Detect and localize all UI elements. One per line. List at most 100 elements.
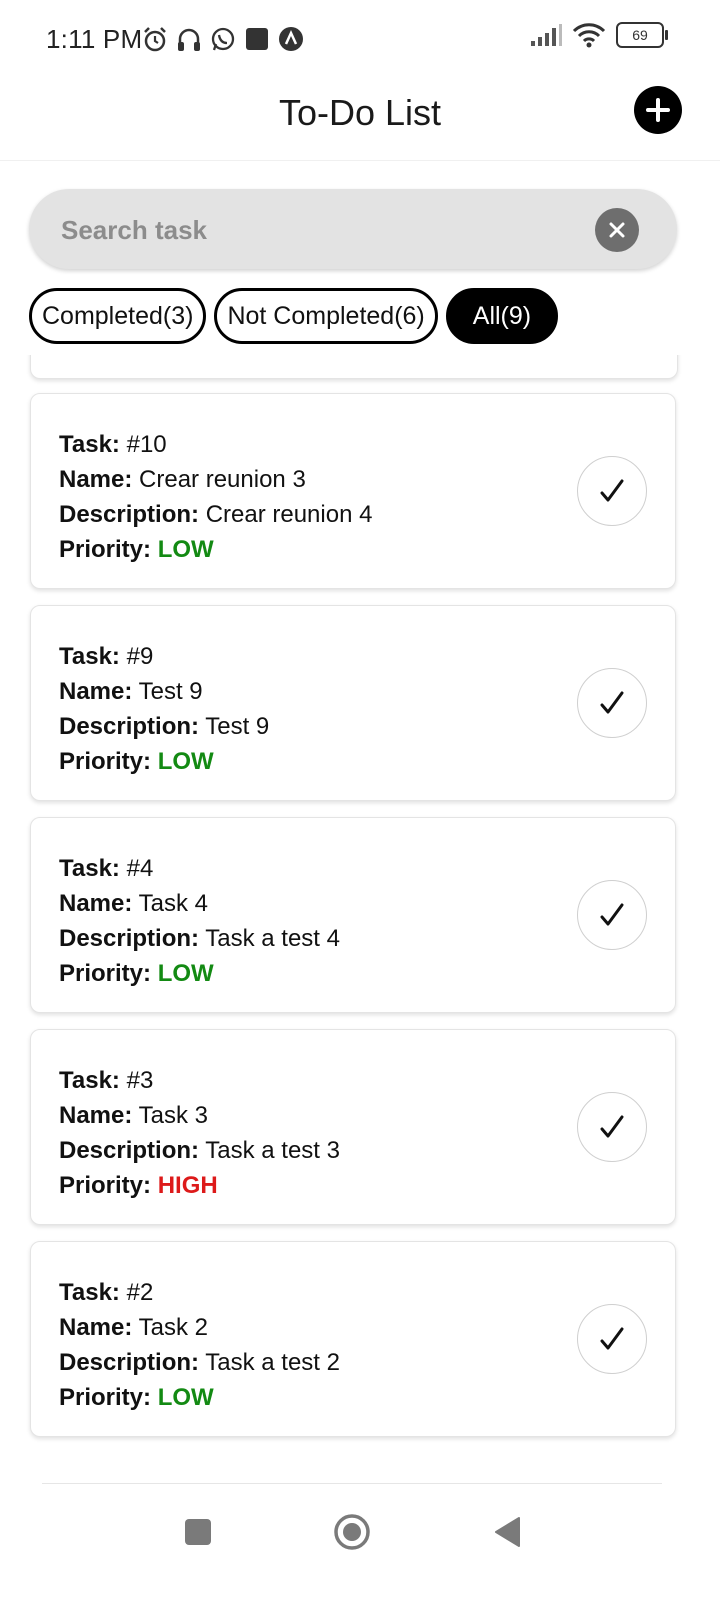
task-description-value: Task a test 4 [205,925,340,952]
system-nav-bar [0,1484,720,1600]
filter-not-completed[interactable]: Not Completed(6) [214,288,438,344]
task-id-label: Task: [59,431,120,458]
task-description-value: Test 9 [205,713,270,740]
task-priority-row: Priority: LOW [59,1380,340,1415]
clear-search-button[interactable] [595,208,639,252]
a-app-icon [279,27,303,51]
checkmark-icon [600,691,624,714]
task-id-label: Task: [59,643,120,670]
back-icon [495,1517,520,1547]
complete-task-button[interactable] [577,1092,647,1162]
notification-icons [142,24,304,54]
task-details: Task: #10 Name: Crear reunion 3 Descript… [59,427,372,567]
task-name-row: Name: Test 9 [59,674,269,709]
task-card[interactable]: Task: #10 Name: Crear reunion 3 Descript… [30,393,676,589]
wifi-icon [572,23,606,48]
close-icon [609,222,625,238]
system-icons: 69 [530,22,668,48]
search-input[interactable] [59,189,583,271]
task-description-label: Description: [59,1349,200,1376]
task-list[interactable]: Task: #10 Name: Crear reunion 3 Descript… [0,355,720,1465]
task-name-label: Name: [59,1102,133,1129]
task-priority-value: HIGH [157,1172,218,1199]
task-name-value: Test 9 [138,678,203,705]
add-task-button[interactable] [634,86,682,134]
task-name-row: Name: Task 2 [59,1310,340,1345]
checkmark-icon [600,903,624,926]
recents-button[interactable] [168,1502,228,1562]
task-name-label: Name: [59,1314,133,1341]
task-name-value: Task 4 [138,890,208,917]
task-description-row: Description: Task a test 2 [59,1345,340,1380]
alarm-icon [144,27,166,52]
task-card[interactable]: Task: #4 Name: Task 4 Description: Task … [30,817,676,1013]
filter-completed[interactable]: Completed(3) [29,288,207,344]
page-title: To-Do List [278,92,442,133]
checkmark-icon [600,1115,624,1138]
plus-icon [646,98,670,122]
status-time: 1:11 PM [46,24,143,54]
task-priority-row: Priority: LOW [59,956,340,991]
task-description-value: Task a test 2 [205,1349,340,1376]
task-id-row: Task: #4 [59,851,340,886]
recents-icon [185,1519,211,1545]
task-description-label: Description: [59,713,200,740]
task-priority-label: Priority: [59,1172,152,1199]
task-description-value: Task a test 3 [205,1137,340,1164]
task-id-label: Task: [59,855,120,882]
task-priority-value: LOW [157,1384,214,1411]
task-description-value: Crear reunion 4 [205,501,373,528]
battery-level: 69 [632,27,648,43]
task-name-label: Name: [59,466,133,493]
task-priority-label: Priority: [59,748,152,775]
task-card[interactable]: Task: #3 Name: Task 3 Description: Task … [30,1029,676,1225]
task-name-value: Task 3 [138,1102,208,1129]
task-name-row: Name: Crear reunion 3 [59,462,372,497]
headset-icon [178,28,200,51]
checkmark-icon [600,1327,624,1350]
task-description-row: Description: Crear reunion 4 [59,497,372,532]
task-details: Task: #3 Name: Task 3 Description: Task … [59,1063,340,1203]
task-details: Task: #4 Name: Task 4 Description: Task … [59,851,340,991]
task-id-row: Task: #3 [59,1063,340,1098]
task-description-label: Description: [59,501,200,528]
task-name-row: Name: Task 3 [59,1098,340,1133]
task-id-row: Task: #2 [59,1275,340,1310]
task-card[interactable]: Task: #2 Name: Task 2 Description: Task … [30,1241,676,1437]
task-priority-row: Priority: LOW [59,532,372,567]
task-priority-label: Priority: [59,536,152,563]
task-details: Task: #2 Name: Task 2 Description: Task … [59,1275,340,1415]
task-name-value: Task 2 [138,1314,208,1341]
task-name-label: Name: [59,890,133,917]
filter-tabs: Completed(3) Not Completed(6) All(9) [29,288,559,344]
task-priority-value: LOW [157,748,214,775]
task-priority-value: LOW [157,536,214,563]
complete-task-button[interactable] [577,880,647,950]
task-id-label: Task: [59,1279,120,1306]
task-description-row: Description: Task a test 3 [59,1133,340,1168]
battery-icon: 69 [616,22,668,48]
status-bar: 1:11 PM 69 [0,0,720,80]
task-priority-value: LOW [157,960,214,987]
task-card-partial[interactable] [30,355,678,379]
task-id-value: #10 [126,431,167,458]
complete-task-button[interactable] [577,456,647,526]
home-button[interactable] [322,1502,382,1562]
checkmark-icon [600,479,624,502]
task-name-value: Crear reunion 3 [139,466,306,493]
task-id-label: Task: [59,1067,120,1094]
task-name-label: Name: [59,678,133,705]
task-card[interactable]: Task: #9 Name: Test 9 Description: Test … [30,605,676,801]
filter-all[interactable]: All(9) [445,288,559,344]
task-priority-label: Priority: [59,1384,152,1411]
complete-task-button[interactable] [577,668,647,738]
complete-task-button[interactable] [577,1304,647,1374]
back-button[interactable] [478,1502,538,1562]
task-id-row: Task: #9 [59,639,269,674]
task-id-value: #3 [126,1067,154,1094]
task-description-label: Description: [59,1137,200,1164]
task-description-row: Description: Test 9 [59,709,269,744]
task-name-row: Name: Task 4 [59,886,340,921]
task-id-row: Task: #10 [59,427,372,462]
task-priority-row: Priority: LOW [59,744,269,779]
